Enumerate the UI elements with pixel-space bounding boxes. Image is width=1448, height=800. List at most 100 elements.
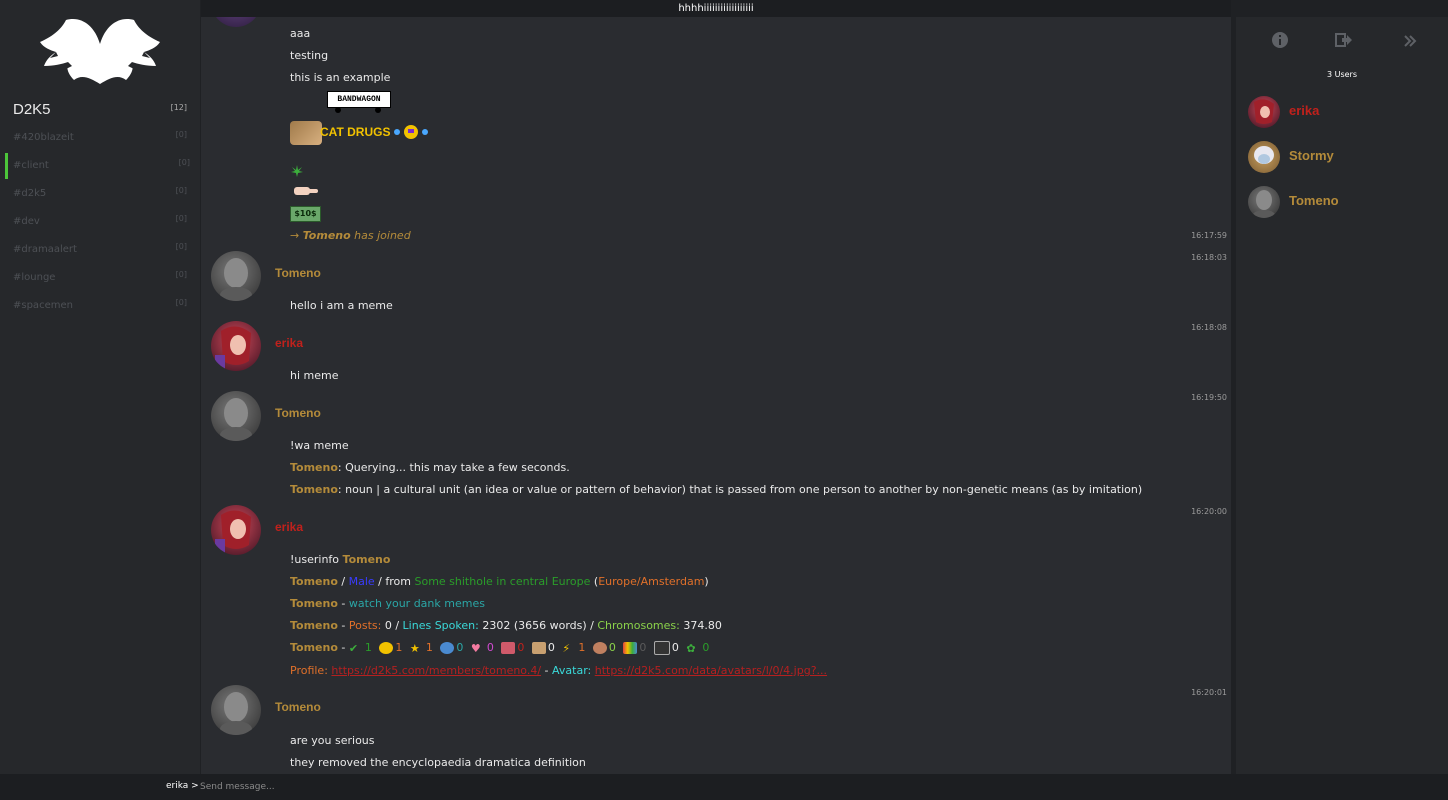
- user-motto: watch your dank memes: [348, 597, 485, 610]
- username[interactable]: Tomeno: [290, 483, 338, 496]
- message-input[interactable]: [198, 777, 1202, 797]
- message-text: hi meme: [290, 369, 339, 382]
- badge-count: 0: [456, 641, 464, 654]
- posts-label: Posts:: [348, 619, 382, 632]
- gender: Male: [348, 575, 375, 588]
- channel-name: #spacemen: [13, 300, 73, 311]
- username[interactable]: Tomeno: [290, 461, 338, 474]
- user-list-item[interactable]: Tomeno: [1248, 186, 1438, 222]
- username[interactable]: Tomeno: [290, 597, 338, 610]
- avatar: [1248, 186, 1280, 218]
- channel-item-dev[interactable]: #dev [0]: [5, 209, 195, 235]
- userinfo-line: Tomeno / Male / from Some shithole in ce…: [290, 575, 709, 588]
- user-count: 3 Users: [1326, 70, 1358, 79]
- server-header[interactable]: D2K5 [12]: [13, 101, 189, 121]
- channel-count: [0]: [175, 214, 187, 223]
- avatar[interactable]: [211, 685, 261, 735]
- server-unread-count: [12]: [170, 103, 187, 112]
- panel-toolbar: [1236, 31, 1448, 55]
- wings-logo: [40, 19, 160, 84]
- userinfo-line: Tomeno - Posts: 0 / Lines Spoken: 2302 (…: [290, 619, 722, 632]
- message-author[interactable]: Tomeno: [275, 266, 321, 280]
- leaf-icon: ✿: [686, 642, 696, 655]
- badge-count: 0: [486, 641, 494, 654]
- cat-icon: [290, 121, 322, 145]
- badge-count: 0: [671, 641, 679, 654]
- channel-item-d2k5[interactable]: #d2k5 [0]: [5, 181, 195, 207]
- avatar-link[interactable]: https://d2k5.com/data/avatars/l/0/4.jpg?…: [595, 664, 827, 677]
- check-icon: ✔: [348, 642, 359, 655]
- separator: -: [541, 664, 553, 677]
- userinfo-badges: Tomeno - ✔ 1 1 ★ 1 0 ♥ 0 0 0 ⚡ 1 0 0 0 ✿ 0: [290, 641, 713, 655]
- channel-item-spacemen[interactable]: #spacemen [0]: [5, 293, 195, 319]
- profile-link[interactable]: https://d2k5.com/members/tomeno.4/: [331, 664, 541, 677]
- avatar: [1248, 96, 1280, 128]
- badge-count: 1: [395, 641, 403, 654]
- username[interactable]: Tomeno: [290, 641, 338, 654]
- separator: -: [337, 597, 349, 610]
- channel-name: #420blazeit: [13, 132, 74, 143]
- avatar: [1248, 141, 1280, 173]
- user-name: erika: [1289, 103, 1320, 118]
- user-list-item[interactable]: Stormy: [1248, 141, 1438, 177]
- message-author[interactable]: Tomeno: [275, 700, 321, 714]
- badge-count: 0: [517, 641, 525, 654]
- channel-count: [0]: [175, 270, 187, 279]
- user-list-item[interactable]: erika: [1248, 96, 1438, 132]
- message-author[interactable]: erika: [275, 336, 303, 350]
- username[interactable]: Tomeno: [343, 553, 391, 566]
- potion-icon: [501, 642, 516, 654]
- channel-name: #dev: [13, 216, 40, 227]
- channel-name: #client: [13, 160, 49, 171]
- avatar[interactable]: [211, 391, 261, 441]
- channel-item-client[interactable]: #client [0]: [5, 153, 198, 179]
- channel-item-lounge[interactable]: #lounge [0]: [5, 265, 195, 291]
- avatar[interactable]: [211, 321, 261, 371]
- message-composer: erika >: [0, 774, 1448, 800]
- avatar[interactable]: [211, 251, 261, 301]
- separator: -: [337, 641, 349, 654]
- timestamp: 16:18:08: [1191, 323, 1227, 332]
- logout-icon[interactable]: [1332, 31, 1356, 55]
- location: Some shithole in central Europe: [414, 575, 591, 588]
- bandwagon-emote: BANDWAGON: [327, 91, 391, 113]
- message-text: Tomeno: Querying... this may take a few …: [290, 461, 570, 474]
- lightning-icon: ⚡: [562, 642, 571, 655]
- posts-value: 0 /: [381, 619, 403, 632]
- channel-item-420blazeit[interactable]: #420blazeit [0]: [5, 125, 195, 151]
- timestamp: 16:20:01: [1191, 688, 1227, 697]
- message-text: !userinfo Tomeno: [290, 553, 390, 566]
- avatar[interactable]: [211, 505, 261, 555]
- timestamp: 16:20:00: [1191, 507, 1227, 516]
- userinfo-links: Profile: https://d2k5.com/members/tomeno…: [290, 664, 827, 677]
- message-author[interactable]: erika: [275, 520, 303, 534]
- bone-icon: [531, 642, 546, 654]
- party-icon: [394, 125, 434, 141]
- arrow-icon: →: [290, 229, 300, 242]
- username[interactable]: Tomeno: [303, 229, 351, 242]
- info-icon[interactable]: [1268, 31, 1292, 55]
- message-author[interactable]: Tomeno: [275, 406, 321, 420]
- info-icon: [440, 642, 455, 654]
- collapse-panel-icon[interactable]: [1398, 31, 1422, 55]
- channel-name: #dramaalert: [13, 244, 77, 255]
- badge-count: 0: [608, 641, 616, 654]
- username[interactable]: Tomeno: [290, 619, 338, 632]
- frame-icon: [653, 641, 670, 655]
- lines-label: Lines Spoken:: [402, 619, 479, 632]
- channel-count: [0]: [175, 242, 187, 251]
- message-list[interactable]: aaa testing this is an example BANDWAGON…: [201, 17, 1231, 774]
- leaf-icon: [290, 163, 304, 177]
- command-text: !userinfo: [290, 553, 343, 566]
- bot-text: : Querying... this may take a few second…: [337, 461, 570, 474]
- message-text: they removed the encyclopaedia dramatica…: [290, 756, 586, 769]
- message-text: testing: [290, 49, 329, 62]
- channel-item-dramaalert[interactable]: #dramaalert [0]: [5, 237, 195, 263]
- tz-close: ): [704, 575, 709, 588]
- message-text: aaa: [290, 27, 311, 40]
- username[interactable]: Tomeno: [290, 575, 338, 588]
- timezone: Europe/Amsterdam: [598, 575, 705, 588]
- server-name: D2K5: [13, 101, 51, 118]
- timestamp: 16:17:59: [1191, 231, 1227, 240]
- badge-count: 1: [364, 641, 372, 654]
